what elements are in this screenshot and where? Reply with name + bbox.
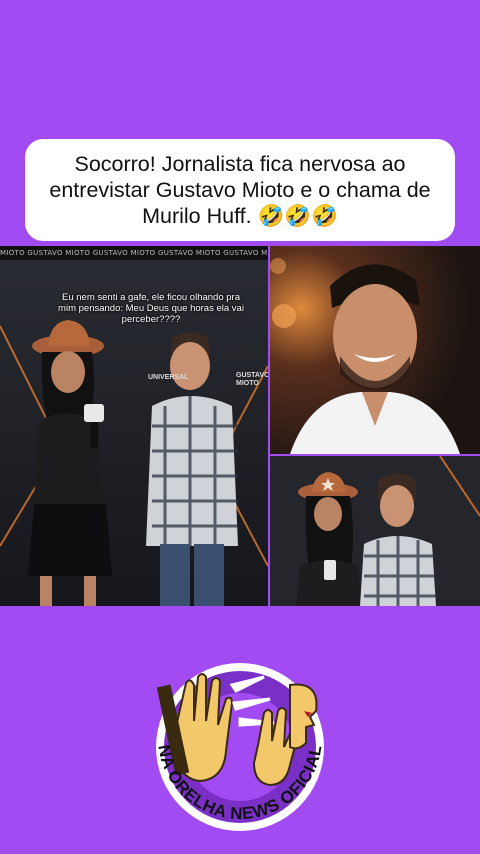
duo-photo-art (270, 456, 480, 606)
photo-caption: Eu nem senti a gafe, ele ficou olhando p… (58, 292, 244, 325)
gustavo-mioto-sign: GUSTAVO MIOTO (236, 372, 268, 387)
universal-sign: UNIVERSAL (148, 374, 189, 381)
photo-collage: MIOTO GUSTAVO MIOTO GUSTAVO MIOTO GUSTAV… (0, 246, 480, 606)
interview-photo: MIOTO GUSTAVO MIOTO GUSTAVO MIOTO GUSTAV… (0, 246, 268, 606)
logo-art: NA ORELHA NEWS OFICIAL (154, 663, 325, 831)
duo-photo (270, 456, 480, 606)
na-orelha-news-logo: NA ORELHA NEWS OFICIAL (140, 655, 340, 835)
singer-portrait-art (270, 246, 480, 454)
singer-portrait (270, 246, 480, 454)
backdrop-strip: MIOTO GUSTAVO MIOTO GUSTAVO MIOTO GUSTAV… (0, 246, 268, 260)
headline-card: Socorro! Jornalista fica nervosa ao entr… (25, 139, 455, 241)
headline-text: Socorro! Jornalista fica nervosa ao entr… (49, 152, 431, 228)
